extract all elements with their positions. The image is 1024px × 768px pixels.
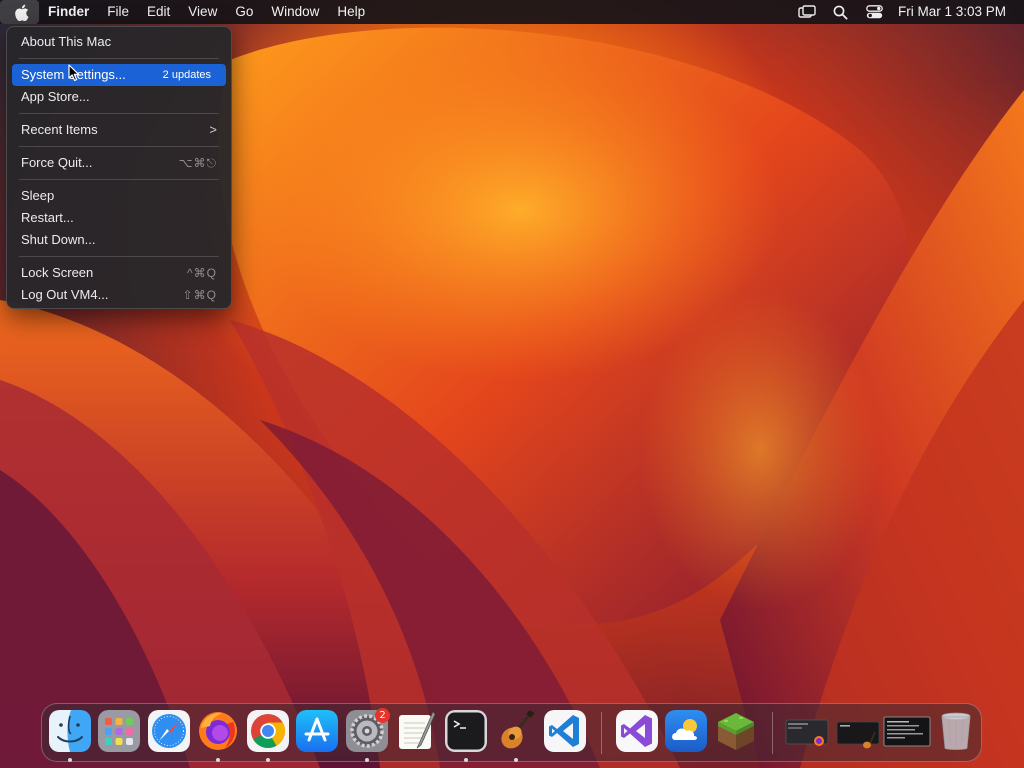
apple-logo-icon: [15, 4, 29, 21]
menu-view[interactable]: View: [179, 0, 226, 24]
updates-badge: 2 updates: [162, 69, 211, 81]
dock-separator: [772, 712, 773, 754]
dock-app-store[interactable]: [296, 710, 338, 752]
window-thumbnail-icon: [785, 719, 829, 746]
dock-visual-studio[interactable]: [616, 710, 658, 752]
dock-minimized-window-3[interactable]: [883, 710, 931, 752]
dock-trash[interactable]: [935, 710, 977, 752]
dock-launchpad[interactable]: [98, 710, 140, 752]
dock-firefox[interactable]: [197, 710, 239, 752]
spotlight-search-icon[interactable]: [824, 0, 858, 24]
dock-minimized-window-1[interactable]: [784, 710, 830, 752]
running-indicator: [266, 758, 270, 762]
menu-item-label: System Settings...: [21, 67, 126, 82]
dock-safari[interactable]: [148, 710, 190, 752]
menu-item-log-out[interactable]: Log Out VM4... ⇧⌘Q: [12, 284, 226, 306]
dock-minimized-window-2[interactable]: [835, 710, 881, 752]
keyboard-shortcut: ^⌘Q: [187, 266, 217, 280]
dock-minecraft[interactable]: [715, 710, 757, 752]
menu-item-force-quit[interactable]: Force Quit... ⌥⌘⎋: [12, 152, 226, 174]
app-store-icon: [296, 710, 338, 752]
menu-file[interactable]: File: [98, 0, 138, 24]
menu-item-label: Recent Items: [21, 122, 98, 137]
menu-item-sleep[interactable]: Sleep: [12, 185, 226, 207]
weather-icon: [665, 710, 707, 752]
menu-bar-status-area: Fri Mar 1 3:03 PM: [790, 0, 1024, 24]
menu-item-label: About This Mac: [21, 34, 112, 49]
visual-studio-icon: [616, 710, 658, 752]
trash-icon: [941, 712, 971, 750]
chrome-icon: [247, 710, 289, 752]
terminal-icon: [445, 710, 487, 752]
finder-icon: [49, 710, 91, 752]
menu-item-label: App Store...: [21, 89, 90, 104]
window-thumbnail-icon: [836, 721, 880, 749]
window-thumbnail-icon: [883, 716, 931, 747]
mouse-pointer-icon: [68, 64, 80, 82]
firefox-icon: [199, 712, 237, 750]
running-indicator: [216, 758, 220, 762]
dock-garageband[interactable]: [495, 710, 537, 752]
running-indicator: [68, 758, 72, 762]
minecraft-grass-block-icon: [718, 713, 754, 750]
apple-menu-button[interactable]: [0, 0, 39, 24]
running-indicator: [514, 758, 518, 762]
chevron-right-icon: >: [209, 122, 217, 137]
menu-separator: [19, 113, 219, 114]
menu-item-shut-down[interactable]: Shut Down...: [12, 229, 226, 251]
menu-item-label: Log Out VM4...: [21, 287, 109, 302]
textedit-icon: [399, 711, 436, 749]
menu-app-name[interactable]: Finder: [39, 0, 98, 24]
menu-separator: [19, 146, 219, 147]
menu-item-lock-screen[interactable]: Lock Screen ^⌘Q: [12, 262, 226, 284]
menu-item-label: Shut Down...: [21, 232, 96, 247]
control-center-icon[interactable]: [858, 0, 892, 24]
vscode-icon: [544, 710, 586, 752]
menu-go[interactable]: Go: [226, 0, 262, 24]
dock-finder[interactable]: [49, 710, 91, 752]
menu-item-about-this-mac[interactable]: About This Mac: [12, 31, 226, 53]
safari-icon: [148, 710, 190, 752]
screen-mirroring-icon[interactable]: [790, 0, 824, 24]
menu-item-label: Lock Screen: [21, 265, 94, 280]
menu-item-label: Restart...: [21, 210, 74, 225]
dock-chrome[interactable]: [247, 710, 289, 752]
menu-bar: Finder File Edit View Go Window Help Fri…: [0, 0, 1024, 24]
menu-item-recent-items[interactable]: Recent Items >: [12, 119, 226, 141]
dock-weather[interactable]: [665, 710, 707, 752]
dock-separator: [601, 712, 602, 754]
dock-vscode[interactable]: [544, 710, 586, 752]
menu-item-restart[interactable]: Restart...: [12, 207, 226, 229]
dock-terminal[interactable]: [445, 710, 487, 752]
guitar-icon: [501, 710, 535, 749]
menu-separator: [19, 58, 219, 59]
menu-window[interactable]: Window: [262, 0, 328, 24]
launchpad-icon: [98, 710, 140, 752]
dock-system-settings[interactable]: 2: [346, 708, 390, 752]
running-indicator: [365, 758, 369, 762]
dock-textedit[interactable]: [395, 710, 437, 752]
menu-separator: [19, 256, 219, 257]
apple-menu-dropdown: About This Mac System Settings... 2 upda…: [6, 26, 232, 309]
keyboard-shortcut: ⇧⌘Q: [182, 288, 217, 302]
menu-item-system-settings[interactable]: System Settings... 2 updates: [12, 64, 226, 86]
menu-item-label: Sleep: [21, 188, 55, 203]
dock: 2: [41, 703, 982, 762]
menu-separator: [19, 179, 219, 180]
keyboard-shortcut: ⌥⌘⎋: [178, 156, 217, 170]
notification-badge: 2: [375, 708, 390, 723]
menu-help[interactable]: Help: [328, 0, 374, 24]
menu-edit[interactable]: Edit: [138, 0, 179, 24]
menu-item-app-store[interactable]: App Store...: [12, 86, 226, 108]
menu-item-label: Force Quit...: [21, 155, 93, 170]
menu-bar-clock[interactable]: Fri Mar 1 3:03 PM: [892, 0, 1024, 24]
running-indicator: [464, 758, 468, 762]
